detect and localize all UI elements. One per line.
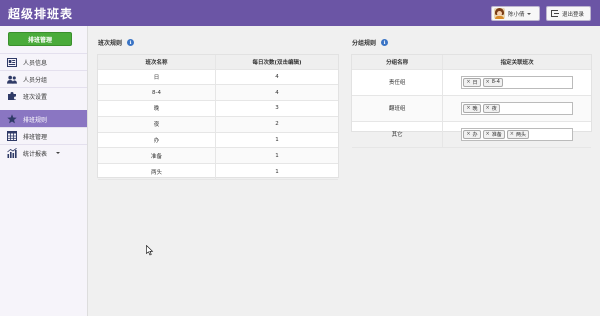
logout-label: 退出登录 — [562, 11, 585, 18]
shift-tag: × 晚 — [463, 103, 481, 113]
remove-tag-icon[interactable]: × — [466, 105, 470, 111]
group-rules-title: 分组规则 i — [352, 38, 389, 47]
sidebar-item-statistics[interactable]: 统计报表 — [0, 144, 87, 161]
sidebar-item-label: 统计报表 — [23, 150, 48, 158]
app-title: 超级排班表 — [8, 7, 74, 21]
shift-tag: × 两头 — [506, 129, 529, 139]
shift-tag: × 办 — [463, 129, 481, 139]
table-row[interactable]: 准备 1 — [98, 147, 338, 165]
sidebar-item-label: 排班规则 — [23, 116, 48, 124]
sidebar: 排班管理 人员信息 人员分组 班次设置 排班规则 排班管理 统计报表 — [0, 26, 88, 316]
table-row: 责任组 × 日 × 8-4 — [352, 69, 591, 96]
sidebar-item-staff-groups[interactable]: 人员分组 — [0, 70, 87, 87]
logout-button[interactable]: 退出登录 — [546, 6, 591, 21]
column-header[interactable]: 每日次数(双击编辑) — [215, 55, 338, 70]
column-header[interactable]: 指定关联班次 — [442, 55, 591, 70]
daily-count-cell[interactable]: 1 — [215, 163, 338, 181]
table-row[interactable]: 两头 1 — [98, 163, 338, 181]
shift-rules-table: 班次名称 每日次数(双击编辑) 日4 8-4 4 晚3 夜2 办1 准备 1 两头 1 — [98, 55, 338, 181]
remove-tag-icon[interactable]: × — [486, 79, 490, 85]
logout-icon — [551, 10, 559, 17]
shift-rules-title: 班次规则 i — [98, 38, 135, 47]
info-icon[interactable]: i — [381, 39, 389, 46]
daily-count-cell[interactable]: 4 — [215, 69, 338, 86]
sidebar-item-schedule-rules[interactable]: 排班规则 — [0, 110, 87, 127]
users-icon — [7, 74, 17, 84]
sidebar-item-schedule-management[interactable]: 排班管理 — [0, 127, 87, 144]
table-row[interactable]: 日4 — [98, 69, 338, 86]
user-name: 陈小倩 — [508, 11, 525, 18]
sidebar-item-label: 排班管理 — [23, 133, 48, 141]
shift-tag-input[interactable]: × 办 × 准备 × 两头 — [461, 127, 574, 141]
column-header[interactable]: 班次名称 — [98, 55, 217, 70]
remove-tag-icon[interactable]: × — [466, 131, 470, 137]
daily-count-cell[interactable]: 4 — [215, 84, 338, 102]
schedule-management-button[interactable]: 排班管理 — [8, 32, 72, 46]
group-rules-panel: 分组名称 指定关联班次 责任组 × 日 × 8-4 翻班组 × 晚 × 夜 其它… — [351, 54, 592, 148]
remove-tag-icon[interactable]: × — [486, 105, 490, 111]
section-title-text: 分组规则 — [352, 40, 377, 47]
remove-tag-icon[interactable]: × — [466, 79, 470, 85]
remove-tag-icon[interactable]: × — [486, 131, 490, 137]
group-name-cell: 翻班组 — [352, 95, 444, 122]
daily-count-cell[interactable]: 1 — [215, 147, 338, 165]
table-row[interactable]: 办1 — [98, 132, 338, 149]
daily-count-cell[interactable]: 1 — [215, 132, 338, 149]
shift-tag-input[interactable]: × 晚 × 夜 — [461, 101, 574, 115]
shift-name-cell: 办 — [98, 132, 217, 149]
info-icon[interactable]: i — [127, 39, 135, 46]
sidebar-item-shift-settings[interactable]: 班次设置 — [0, 87, 87, 104]
column-header[interactable]: 分组名称 — [352, 55, 444, 70]
star-icon — [7, 114, 17, 124]
id-card-icon — [7, 57, 17, 67]
shift-tag-input[interactable]: × 日 × 8-4 — [461, 75, 574, 89]
group-name-cell: 其它 — [352, 121, 444, 148]
table-row[interactable]: 晚3 — [98, 100, 338, 117]
shift-tag: × 8-4 — [482, 77, 503, 87]
sidebar-item-staff-info[interactable]: 人员信息 — [0, 53, 87, 70]
shift-tag: × 准备 — [482, 129, 505, 139]
mouse-cursor-icon — [146, 245, 154, 256]
shift-name-cell: 准备 — [98, 147, 217, 165]
chevron-down-icon — [56, 152, 61, 154]
shift-name-cell: 两头 — [98, 163, 217, 181]
chevron-down-icon — [526, 12, 531, 15]
section-title-text: 班次规则 — [98, 40, 123, 47]
shift-name-cell: 夜 — [98, 116, 217, 133]
user-menu-button[interactable]: 陈小倩 — [491, 6, 540, 21]
table-row: 其它 × 办 × 准备 × 两头 — [352, 121, 591, 148]
puzzle-icon — [7, 91, 17, 101]
bar-chart-icon — [7, 148, 17, 158]
remove-tag-icon[interactable]: × — [510, 131, 514, 137]
calendar-grid-icon — [7, 131, 17, 141]
top-bar: 超级排班表 陈小倩 退出登录 — [0, 0, 600, 26]
shift-tag: × 夜 — [482, 103, 500, 113]
table-row: 翻班组 × 晚 × 夜 — [352, 95, 591, 122]
shift-name-cell: 晚 — [98, 100, 217, 117]
daily-count-cell[interactable]: 3 — [215, 100, 338, 117]
shift-name-cell: 日 — [98, 69, 217, 86]
avatar — [494, 8, 505, 19]
shift-name-cell: 8-4 — [98, 84, 217, 102]
group-rules-table: 分组名称 指定关联班次 责任组 × 日 × 8-4 翻班组 × 晚 × 夜 其它… — [352, 55, 591, 148]
daily-count-cell[interactable]: 2 — [215, 116, 338, 133]
sidebar-item-label: 人员信息 — [23, 59, 48, 67]
sidebar-item-label: 人员分组 — [23, 76, 48, 84]
sidebar-item-label: 班次设置 — [23, 93, 48, 101]
group-name-cell: 责任组 — [352, 69, 444, 96]
table-row[interactable]: 夜2 — [98, 116, 338, 133]
table-row[interactable]: 8-4 4 — [98, 84, 338, 102]
shift-tag: × 日 — [463, 77, 481, 87]
shift-rules-panel: 班次名称 每日次数(双击编辑) 日4 8-4 4 晚3 夜2 办1 准备 1 两头 1 — [97, 54, 339, 181]
